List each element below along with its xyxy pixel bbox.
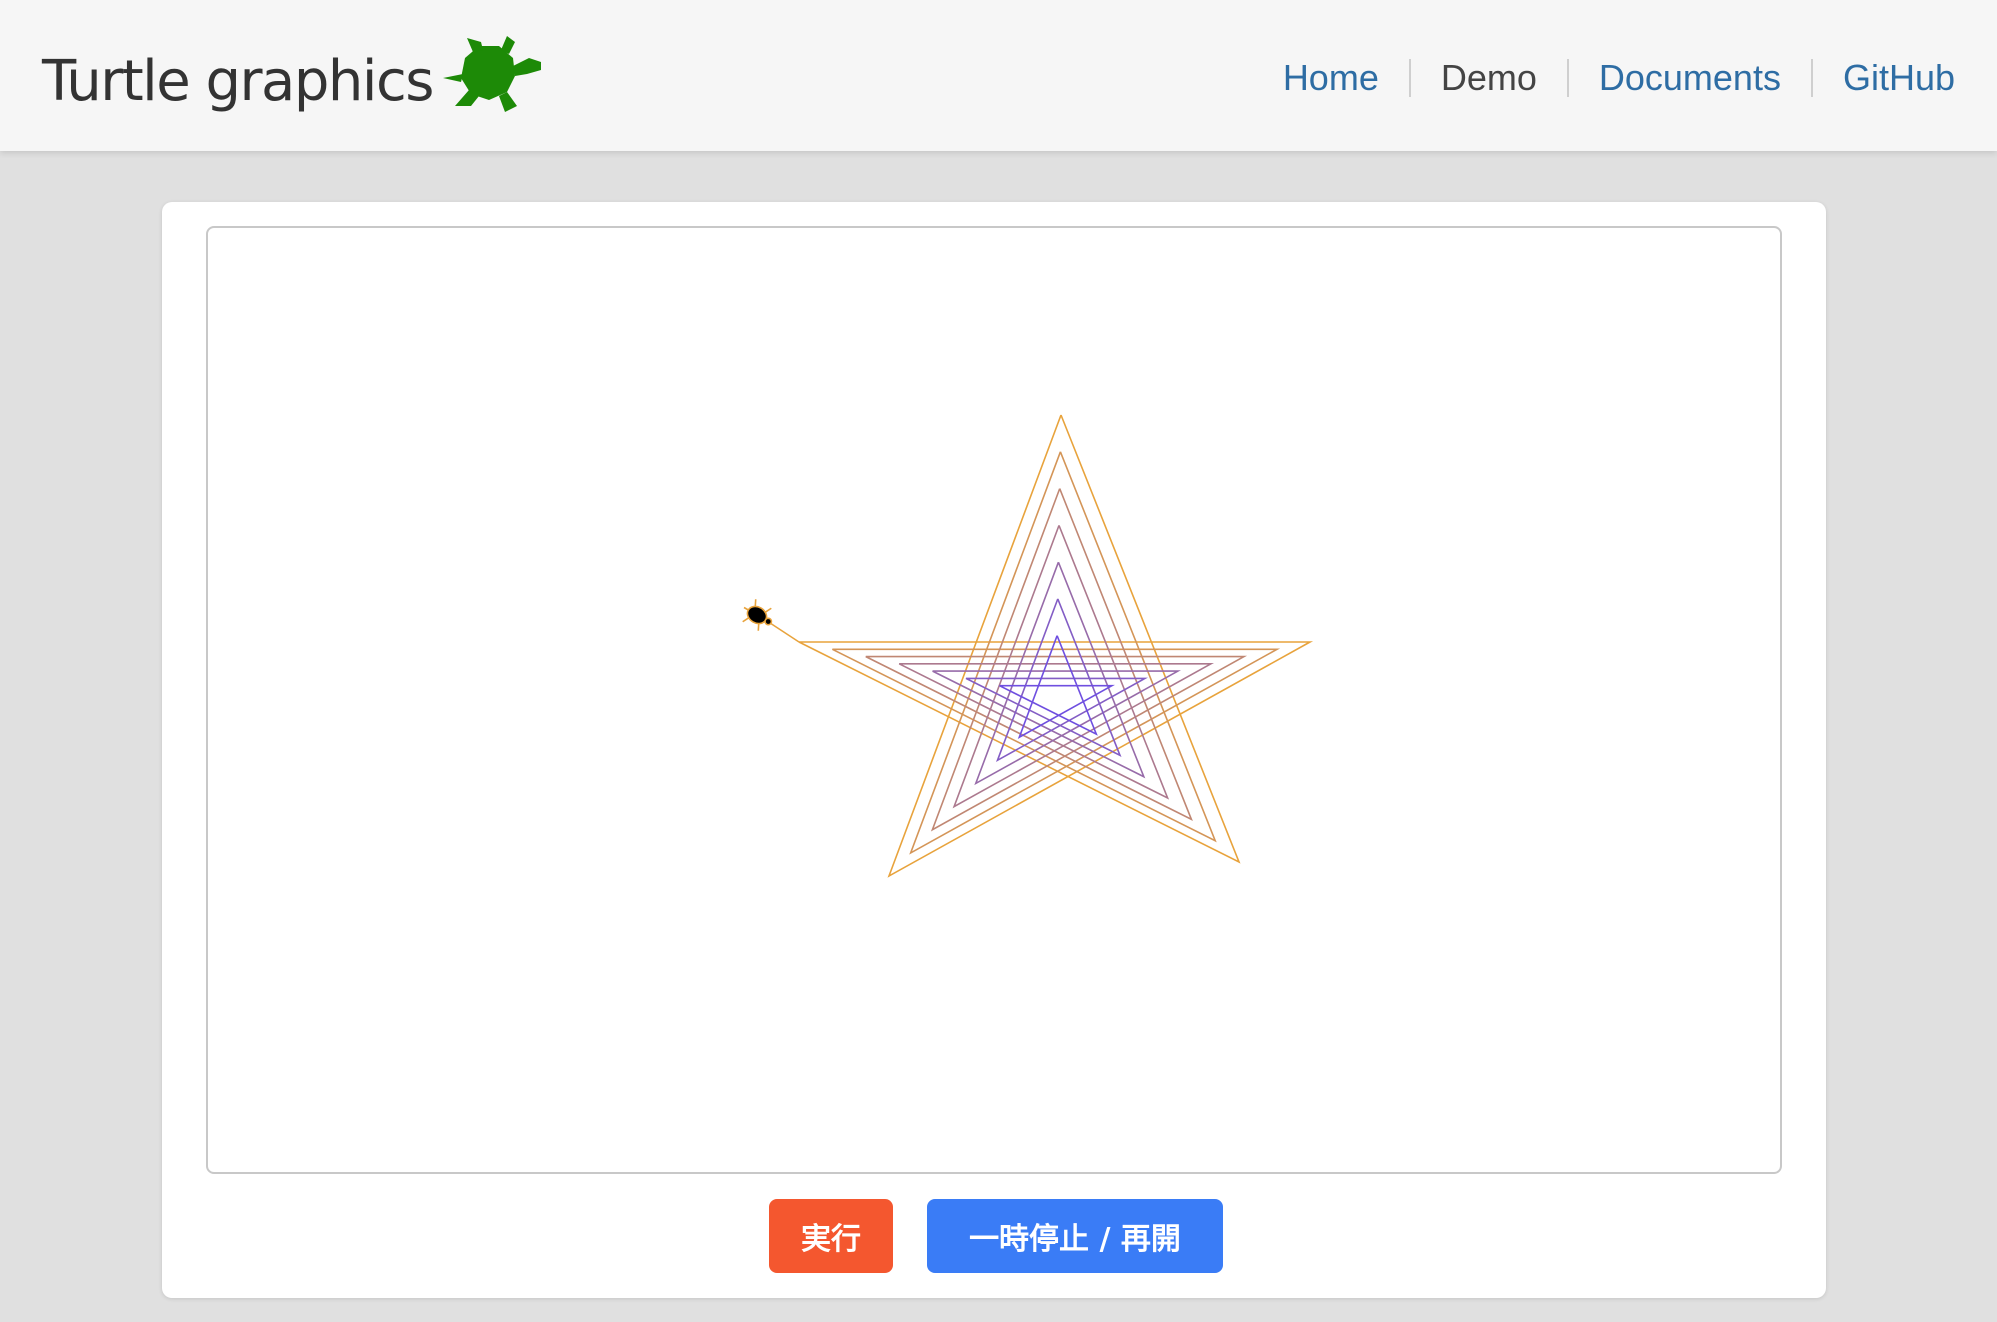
site-header: Turtle graphics Home Demo Documents GitH…	[0, 0, 1997, 151]
nav-divider	[1566, 59, 1569, 97]
run-button[interactable]: 実行	[769, 1199, 893, 1273]
demo-card: 実行 一時停止 / 再開	[162, 202, 1826, 1298]
main-nav: Home Demo Documents GitHub	[1283, 50, 1955, 106]
star-paths	[798, 414, 1314, 878]
control-buttons: 実行 一時停止 / 再開	[162, 1199, 1826, 1273]
nav-documents-link[interactable]: Documents	[1599, 50, 1781, 106]
star-path	[865, 488, 1248, 832]
site-title[interactable]: Turtle graphics	[42, 42, 434, 122]
nav-github-link[interactable]: GitHub	[1843, 50, 1955, 106]
star-path	[832, 451, 1281, 855]
turtle-icon	[437, 35, 547, 121]
star-path	[898, 525, 1214, 809]
turtle-trail	[766, 620, 800, 643]
nav-divider	[1810, 59, 1813, 97]
turtle-cursor-icon	[742, 599, 773, 631]
turtle-canvas[interactable]	[206, 226, 1782, 1174]
star-path	[798, 414, 1314, 878]
nav-demo-link[interactable]: Demo	[1441, 50, 1537, 106]
nav-home-link[interactable]: Home	[1283, 50, 1379, 106]
turtle-drawing	[742, 414, 1314, 878]
brand[interactable]: Turtle graphics	[42, 35, 547, 122]
nav-divider	[1408, 59, 1411, 97]
pause-resume-button[interactable]: 一時停止 / 再開	[927, 1199, 1223, 1273]
